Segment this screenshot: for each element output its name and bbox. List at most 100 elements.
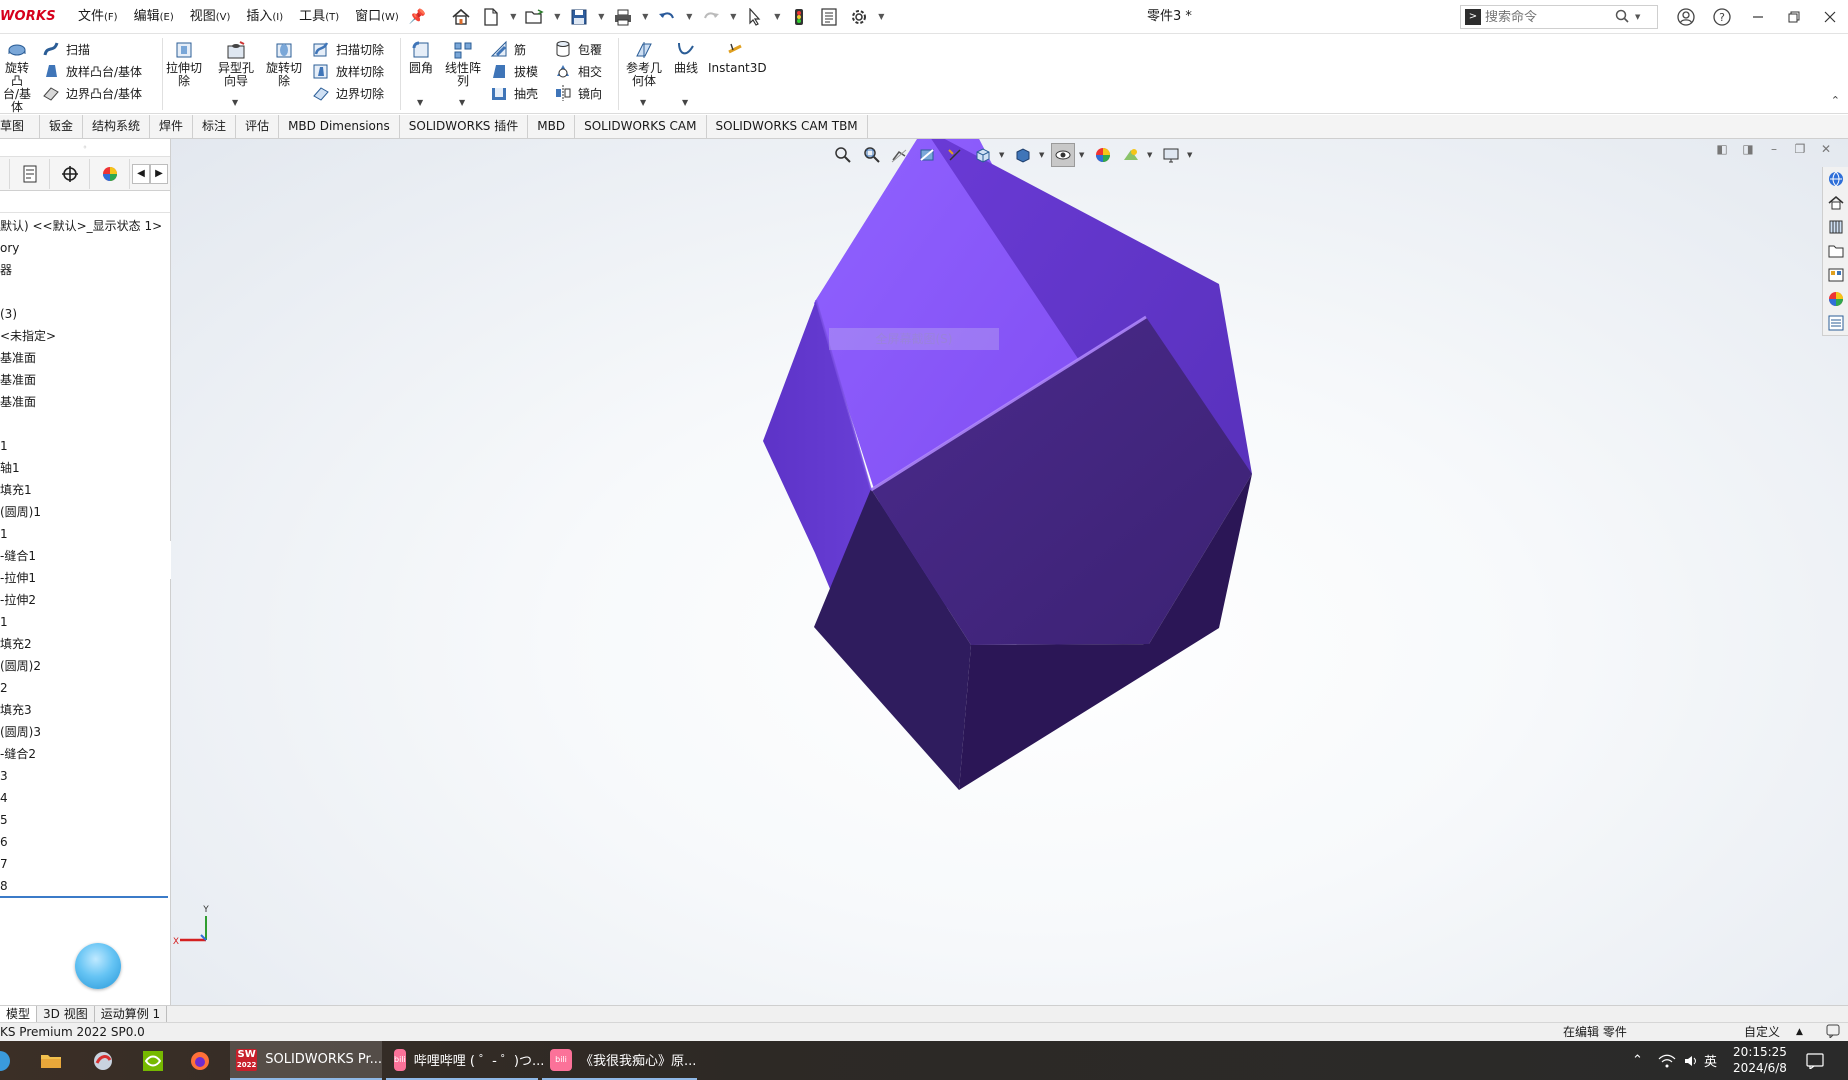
configuration-manager-tab[interactable] [50,158,90,189]
search-input[interactable] [1485,9,1615,25]
viewport-restore-icon[interactable]: ❐ [1792,141,1808,157]
close-window-icon[interactable] [1812,0,1848,34]
taskbar-app-icon[interactable] [86,1041,120,1080]
intersect-button[interactable]: 相交 [554,62,602,80]
tree-item-feature[interactable]: 填充3 [0,699,170,721]
reference-geometry-button[interactable]: 参考几 何体 [622,40,666,88]
tree-item-feature[interactable]: 7 [0,853,170,875]
menu-tools[interactable]: 工具(T) [291,0,347,34]
print-dropdown-icon[interactable]: ▼ [640,12,650,21]
home-pane-icon[interactable] [1823,191,1848,215]
tab-sketch[interactable]: 草图 [0,115,40,139]
tree-item-origin[interactable] [0,413,170,435]
select-dropdown-icon[interactable]: ▼ [772,12,782,21]
tree-item-feature[interactable]: 1 [0,611,170,633]
tab-scroll-right-icon[interactable]: ▶ [150,163,168,184]
view-settings-icon[interactable] [1159,143,1183,167]
tree-item-feature[interactable]: -缝合1 [0,545,170,567]
dynamic-annotation-icon[interactable] [943,143,967,167]
floating-assistant-icon[interactable] [75,943,121,989]
viewport-minimize-icon[interactable]: – [1766,141,1782,157]
taskbar-bilibili-video[interactable]: bili 《我很我痴心》原... [542,1041,697,1080]
taskbar-clock[interactable]: 20:15:25 2024/6/8 [1714,1044,1806,1076]
tree-item-feature[interactable]: 填充1 [0,479,170,501]
tree-item-material[interactable]: <未指定> [0,325,170,347]
network-wifi-icon[interactable] [1658,1041,1676,1080]
apply-scene-dropdown-icon[interactable]: ▼ [1147,151,1155,159]
tree-item-feature[interactable]: 4 [0,787,170,809]
collapse-ribbon-icon[interactable]: ⌃ [1831,94,1840,107]
pin-icon[interactable]: 📌 [409,9,426,25]
wrap-button[interactable]: 包覆 [554,40,602,58]
tree-item-feature[interactable]: (圆周)2 [0,655,170,677]
hole-wizard-dropdown-icon[interactable]: ▼ [232,98,238,107]
display-style-icon[interactable] [1011,143,1035,167]
tree-item-feature[interactable]: -缝合2 [0,743,170,765]
menu-edit[interactable]: 编辑(E) [126,0,182,34]
tab-3d-views[interactable]: 3D 视图 [37,1006,95,1022]
units-caret-icon[interactable]: ▲ [1796,1023,1803,1041]
view-orientation-dropdown-icon[interactable]: ▼ [999,151,1007,159]
minimize-window-icon[interactable] [1740,0,1776,34]
tree-item-feature[interactable]: -拉伸1 [0,567,170,589]
revolved-boss-button[interactable]: 旋转凸 台/基体 [0,40,34,114]
menu-window[interactable]: 窗口(W) [347,0,407,34]
zoom-to-fit-icon[interactable] [831,143,855,167]
model-rhombic-dodecahedron[interactable] [171,139,1848,1006]
select-pointer-icon[interactable] [742,4,768,30]
tree-item-feature[interactable]: 填充2 [0,633,170,655]
loft-boss-button[interactable]: 放样凸台/基体 [42,62,142,80]
save-dropdown-icon[interactable]: ▼ [596,12,606,21]
new-document-icon[interactable] [478,4,504,30]
solidworks-resources-icon[interactable] [1823,167,1848,191]
tree-item-feature[interactable]: (圆周)3 [0,721,170,743]
tree-item-history[interactable]: ory [0,237,170,259]
display-style-dropdown-icon[interactable]: ▼ [1039,151,1047,159]
tree-item-feature[interactable]: 1 [0,523,170,545]
options-dropdown-icon[interactable]: ▼ [876,12,886,21]
tab-solidworks-cam-tbm[interactable]: SOLIDWORKS CAM TBM [707,115,868,139]
fillet-dropdown-icon[interactable]: ▼ [417,98,423,107]
options-gear-icon[interactable] [846,4,872,30]
tree-item-feature[interactable]: 1 [0,435,170,457]
appearances-icon[interactable] [1823,287,1848,311]
sweep-button[interactable]: 扫描 [42,40,90,58]
tab-evaluate[interactable]: 评估 [236,115,280,139]
undo-dropdown-icon[interactable]: ▼ [684,12,694,21]
display-manager-tab[interactable] [90,158,130,189]
status-units[interactable]: 自定义 [1744,1023,1780,1041]
search-dropdown-icon[interactable]: ▼ [1635,13,1640,21]
tree-item-feature[interactable]: (圆周)1 [0,501,170,523]
apply-scene-icon[interactable] [1119,143,1143,167]
design-library-icon[interactable] [1823,215,1848,239]
taskbar-bilibili[interactable]: bili 哔哩哔哩 ( ゜- ゜)つ... [386,1041,544,1080]
menu-view[interactable]: 视图(V) [182,0,239,34]
hole-wizard-button[interactable]: 异型孔 向导 [213,40,259,88]
file-properties-icon[interactable] [816,4,842,30]
boundary-cut-button[interactable]: 边界切除 [312,84,384,102]
feature-manager-tab[interactable] [0,158,10,189]
tree-item-feature[interactable]: 3 [0,765,170,787]
tree-item-feature[interactable]: 2 [0,677,170,699]
file-explorer-icon[interactable] [1823,239,1848,263]
view-orientation-icon[interactable] [971,143,995,167]
graphics-area[interactable]: 全屏幕截图(S) ▼ ▼ ▼ ▼ ▼ ◧ ◨ – ❐ ✕ Y X [171,139,1848,1006]
taskbar-edge-icon[interactable] [0,1041,14,1080]
tree-item-top-plane[interactable]: 基准面 [0,369,170,391]
tree-item-feature[interactable]: 5 [0,809,170,831]
previous-view-icon[interactable] [887,143,911,167]
lofted-cut-button[interactable]: 放样切除 [312,62,384,80]
tree-item-right-plane[interactable]: 基准面 [0,391,170,413]
mirror-button[interactable]: 镜向 [554,84,602,102]
home-icon[interactable] [448,4,474,30]
tree-item-feature[interactable]: 6 [0,831,170,853]
shell-button[interactable]: 抽壳 [490,84,538,102]
section-view-icon[interactable] [915,143,939,167]
boundary-boss-button[interactable]: 边界凸台/基体 [42,84,142,102]
rebuild-traffic-light-icon[interactable] [786,4,812,30]
tree-item-feature[interactable]: -拉伸2 [0,589,170,611]
pattern-dropdown-icon[interactable]: ▼ [459,98,465,107]
tree-item-solid-bodies[interactable]: (3) [0,303,170,325]
open-folder-icon[interactable] [522,4,548,30]
swept-cut-button[interactable]: 扫描切除 [312,40,384,58]
